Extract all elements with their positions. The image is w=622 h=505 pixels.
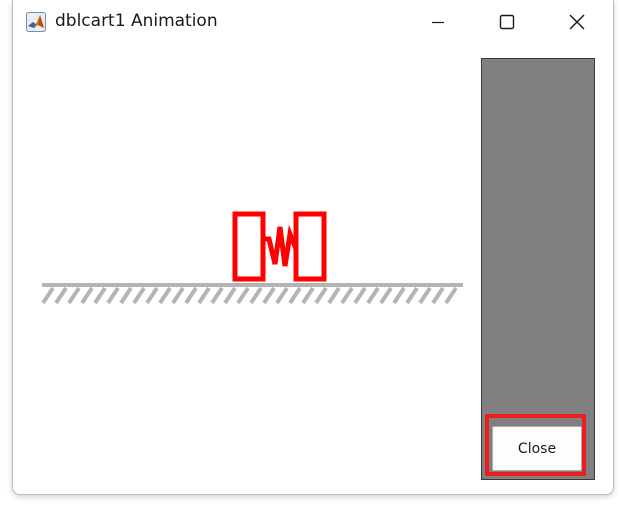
minimize-button[interactable] [415,0,461,44]
close-icon [569,14,585,30]
maximize-button[interactable] [484,0,530,44]
minimize-icon [432,21,444,24]
window-title: dblcart1 Animation [55,11,218,31]
animation-canvas [41,211,463,305]
ground-hatching [41,286,458,305]
spring [263,224,299,267]
window-close-button[interactable] [554,0,600,44]
cart-right [293,211,327,282]
maximize-icon [499,14,515,30]
matlab-icon [26,12,46,32]
cart-left [232,211,266,282]
animation-window: dblcart1 Animation Close [12,0,614,495]
title-bar[interactable]: dblcart1 Animation [13,0,613,44]
close-button[interactable]: Close [492,426,582,471]
